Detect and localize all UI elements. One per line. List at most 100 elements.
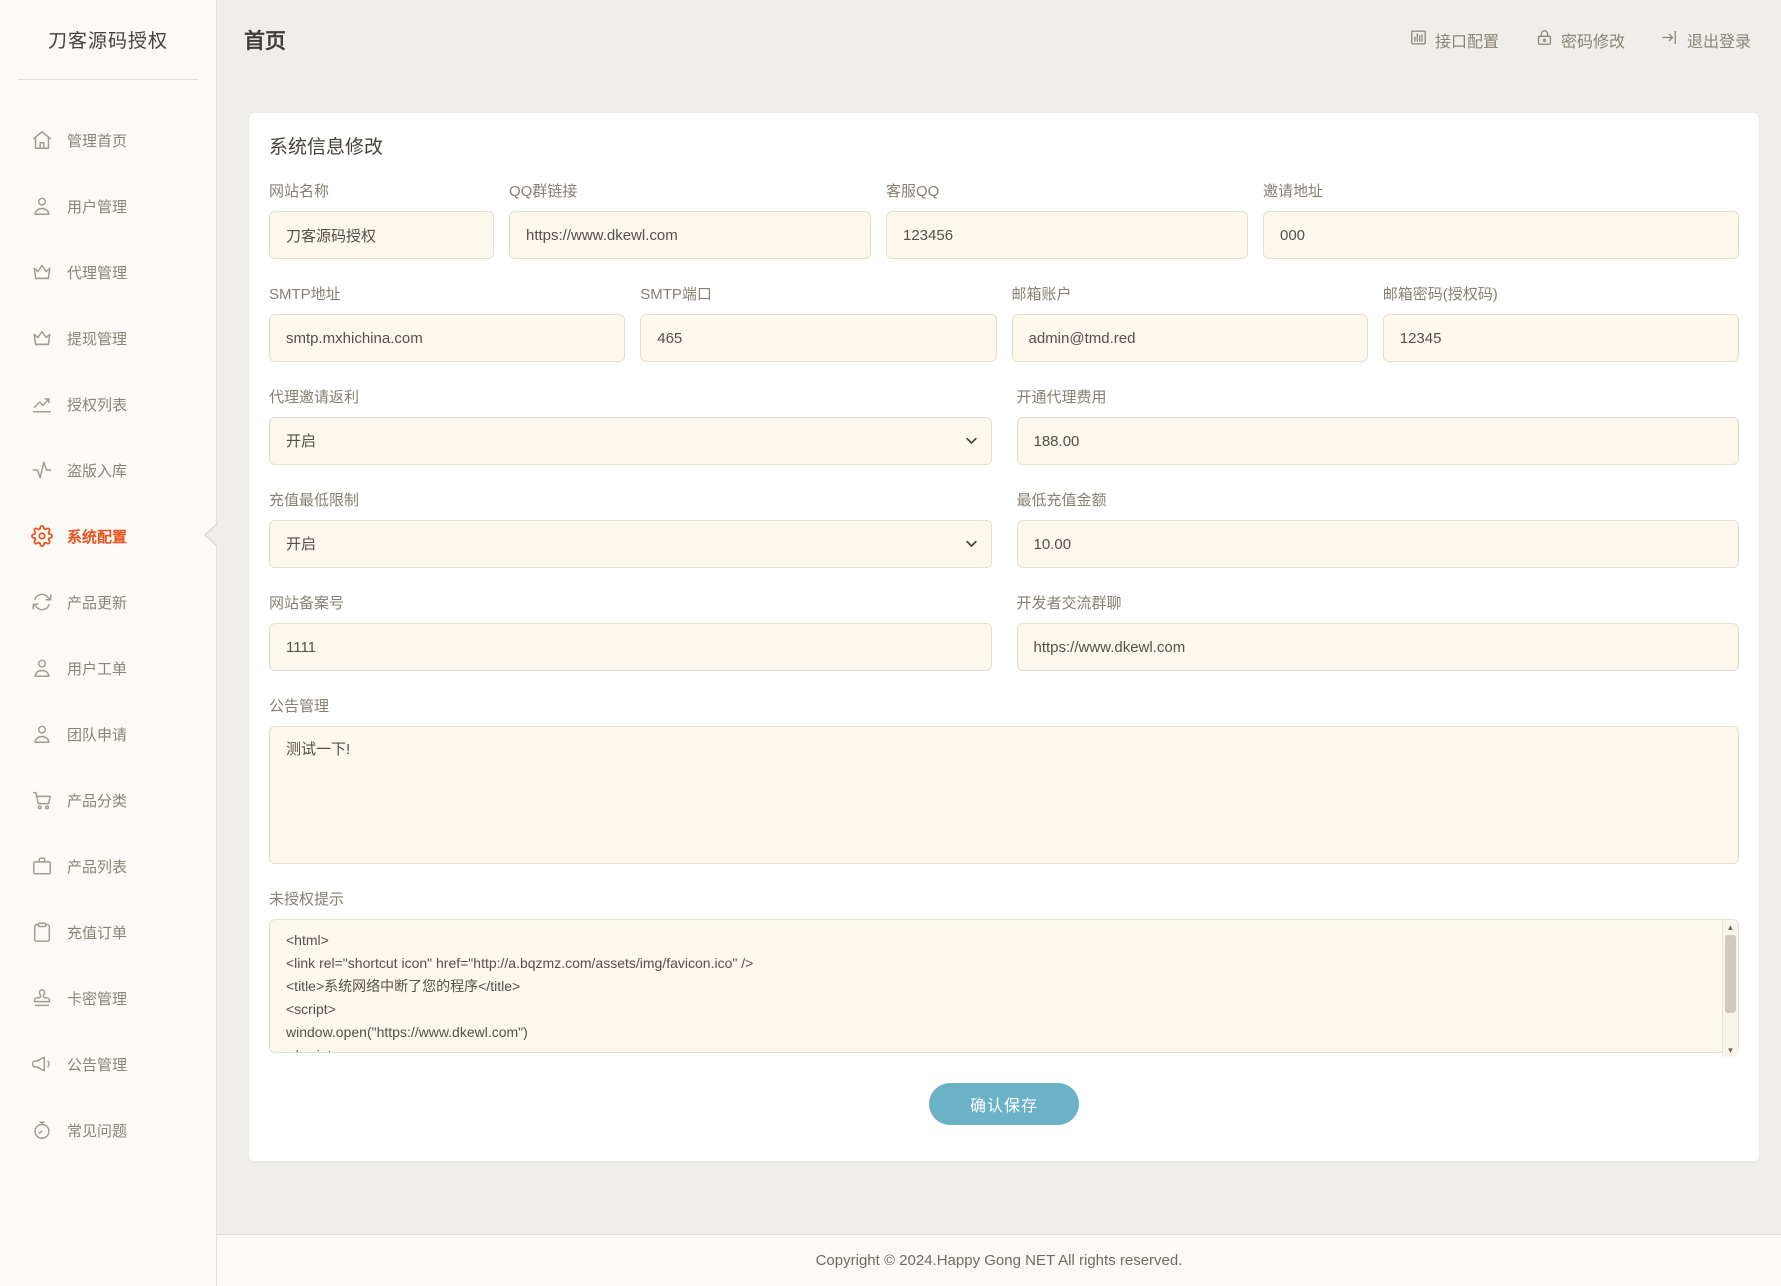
email-account-input[interactable] (1012, 314, 1368, 362)
notice-label: 公告管理 (269, 697, 1739, 717)
briefcase-icon (31, 855, 53, 877)
logout-label: 退出登录 (1687, 28, 1751, 52)
sidebar-item-product-category[interactable]: 产品分类 (0, 767, 216, 833)
sidebar-item-label: 产品分类 (67, 790, 127, 811)
scroll-down-arrow[interactable]: ▼ (1723, 1043, 1738, 1057)
scroll-up-arrow[interactable]: ▲ (1723, 920, 1738, 934)
sidebar: 刀客源码授权 管理首页 用户管理 代理管理 提现管理 授权列表 (0, 0, 217, 1286)
unauthorized-tip-textarea[interactable]: <html> <link rel="shortcut icon" href="h… (269, 919, 1739, 1053)
user-icon (31, 723, 53, 745)
smtp-port-label: SMTP端口 (640, 285, 996, 305)
field-site-icp: 网站备案号 (269, 594, 992, 671)
unauthorized-tip-wrap: <html> <link rel="shortcut icon" href="h… (269, 919, 1739, 1058)
email-password-input[interactable] (1383, 314, 1739, 362)
sidebar-item-faq[interactable]: 常见问题 (0, 1097, 216, 1163)
sidebar-item-label: 卡密管理 (67, 988, 127, 1009)
topbar-actions: 接口配置 密码修改 退出登录 (1409, 28, 1751, 52)
sidebar-item-label: 团队申请 (67, 724, 127, 745)
agent-invite-rebate-select[interactable]: 开启 (269, 417, 992, 465)
sidebar-item-label: 公告管理 (67, 1054, 127, 1075)
site-name-input[interactable] (269, 211, 494, 259)
sidebar-item-announcement-management[interactable]: 公告管理 (0, 1031, 216, 1097)
page-title: 首页 (244, 25, 286, 55)
sidebar-item-team-application[interactable]: 团队申请 (0, 701, 216, 767)
home-icon (31, 129, 53, 151)
sidebar-item-agent-management[interactable]: 代理管理 (0, 239, 216, 305)
agent-invite-rebate-label: 代理邀请返利 (269, 388, 992, 408)
sidebar-item-label: 常见问题 (67, 1120, 127, 1141)
form-row-3: 代理邀请返利 开启 开通代理费用 (269, 388, 1739, 465)
sidebar-item-label: 提现管理 (67, 328, 127, 349)
save-button[interactable]: 确认保存 (929, 1083, 1079, 1125)
form-row-5: 网站备案号 开发者交流群聊 (269, 594, 1739, 671)
activity-icon (31, 459, 53, 481)
recharge-min-limit-select[interactable]: 开启 (269, 520, 992, 568)
field-developer-group: 开发者交流群聊 (1017, 594, 1740, 671)
agent-open-fee-label: 开通代理费用 (1017, 388, 1740, 408)
field-service-qq: 客服QQ (886, 182, 1248, 259)
developer-group-input[interactable] (1017, 623, 1740, 671)
smtp-address-input[interactable] (269, 314, 625, 362)
service-qq-input[interactable] (886, 211, 1248, 259)
sidebar-item-label: 用户管理 (67, 196, 127, 217)
service-qq-label: 客服QQ (886, 182, 1248, 202)
api-config-button[interactable]: 接口配置 (1409, 28, 1499, 52)
field-email-password: 邮箱密码(授权码) (1383, 285, 1739, 362)
sidebar-item-card-key-management[interactable]: 卡密管理 (0, 965, 216, 1031)
change-password-button[interactable]: 密码修改 (1535, 28, 1625, 52)
api-config-icon (1409, 28, 1428, 52)
sidebar-item-user-tickets[interactable]: 用户工单 (0, 635, 216, 701)
topbar: 首页 接口配置 密码修改 退出登录 (217, 0, 1781, 79)
footer: Copyright © 2024.Happy Gong NET All righ… (217, 1234, 1781, 1286)
field-agent-open-fee: 开通代理费用 (1017, 388, 1740, 465)
scrollbar[interactable]: ▲ ▼ (1722, 920, 1738, 1057)
logout-button[interactable]: 退出登录 (1661, 28, 1751, 52)
field-site-name: 网站名称 (269, 182, 494, 259)
invite-address-label: 邀请地址 (1263, 182, 1739, 202)
smtp-port-input[interactable] (640, 314, 996, 362)
cart-icon (31, 789, 53, 811)
form-row-4: 充值最低限制 开启 最低充值金额 (269, 491, 1739, 568)
field-notice: 公告管理 测试一下! (269, 697, 1739, 864)
change-password-label: 密码修改 (1561, 28, 1625, 52)
active-item-arrow-inner (206, 525, 217, 545)
field-qq-group-link: QQ群链接 (509, 182, 871, 259)
scrollbar-thumb[interactable] (1725, 935, 1736, 1013)
smtp-address-label: SMTP地址 (269, 285, 625, 305)
sidebar-item-label: 授权列表 (67, 394, 127, 415)
sidebar-item-piracy-storage[interactable]: 盗版入库 (0, 437, 216, 503)
min-recharge-amount-input[interactable] (1017, 520, 1740, 568)
app-root: 刀客源码授权 管理首页 用户管理 代理管理 提现管理 授权列表 (0, 0, 1781, 1286)
sidebar-item-label: 管理首页 (67, 130, 127, 151)
site-icp-label: 网站备案号 (269, 594, 992, 614)
stopwatch-icon (31, 1119, 53, 1141)
form-row-2: SMTP地址 SMTP端口 邮箱账户 邮箱密码(授权码) (269, 285, 1739, 362)
recharge-min-limit-select-wrap: 开启 (269, 520, 992, 568)
field-smtp-port: SMTP端口 (640, 285, 996, 362)
field-min-recharge-amount: 最低充值金额 (1017, 491, 1740, 568)
clipboard-icon (31, 921, 53, 943)
agent-open-fee-input[interactable] (1017, 417, 1740, 465)
min-recharge-amount-label: 最低充值金额 (1017, 491, 1740, 511)
sidebar-item-recharge-orders[interactable]: 充值订单 (0, 899, 216, 965)
sidebar-item-admin-home[interactable]: 管理首页 (0, 107, 216, 173)
sidebar-item-withdraw-management[interactable]: 提现管理 (0, 305, 216, 371)
sidebar-item-label: 产品列表 (67, 856, 127, 877)
refresh-icon (31, 591, 53, 613)
qq-group-link-input[interactable] (509, 211, 871, 259)
copyright-text: Copyright © 2024.Happy Gong NET All righ… (816, 1252, 1183, 1269)
site-icp-input[interactable] (269, 623, 992, 671)
content-area: 系统信息修改 网站名称 QQ群链接 客服QQ (217, 79, 1781, 1234)
save-row: 确认保存 (269, 1083, 1739, 1125)
sidebar-item-user-management[interactable]: 用户管理 (0, 173, 216, 239)
sidebar-item-license-list[interactable]: 授权列表 (0, 371, 216, 437)
sidebar-item-product-update[interactable]: 产品更新 (0, 569, 216, 635)
sidebar-item-product-list[interactable]: 产品列表 (0, 833, 216, 899)
field-invite-address: 邀请地址 (1263, 182, 1739, 259)
invite-address-input[interactable] (1263, 211, 1739, 259)
sidebar-item-label: 产品更新 (67, 592, 127, 613)
notice-textarea[interactable]: 测试一下! (269, 726, 1739, 864)
unauthorized-tip-label: 未授权提示 (269, 890, 1739, 910)
agent-invite-rebate-select-wrap: 开启 (269, 417, 992, 465)
sidebar-item-system-config[interactable]: 系统配置 (0, 503, 216, 569)
